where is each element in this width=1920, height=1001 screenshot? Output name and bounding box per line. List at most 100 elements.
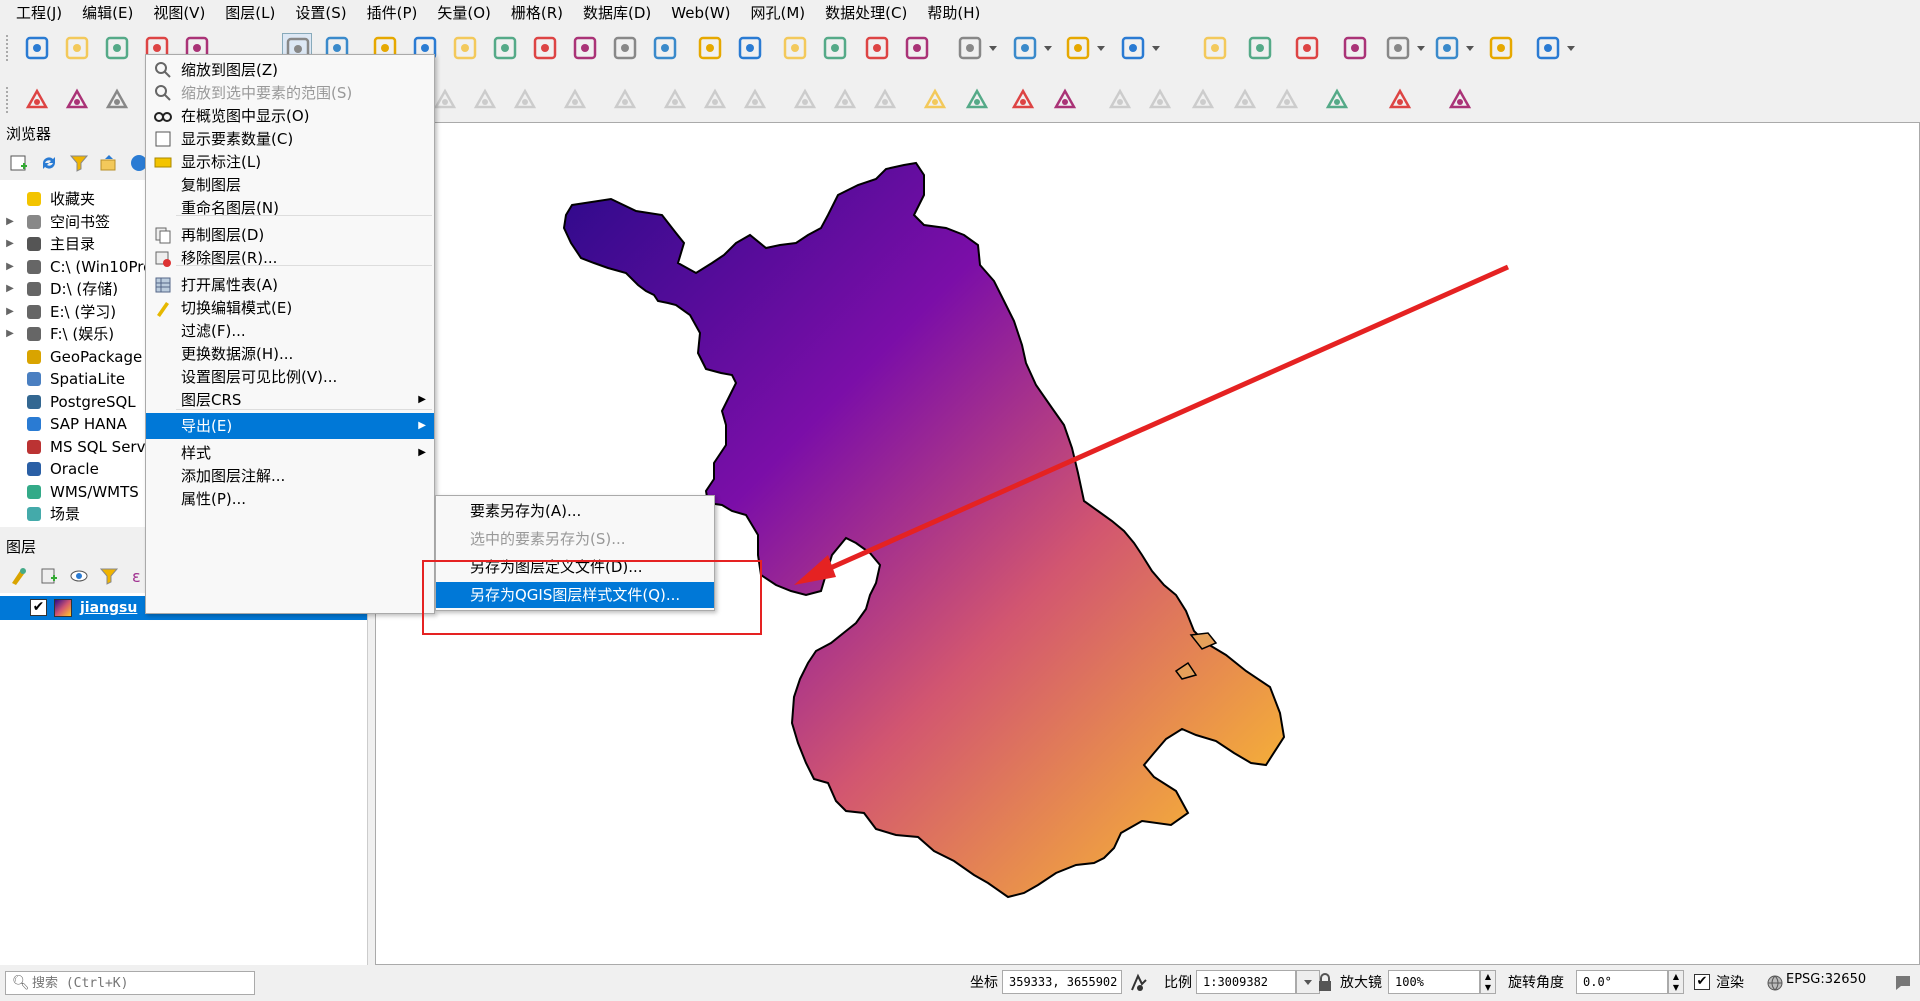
browser-item[interactable]: SAP HANA [0, 413, 127, 435]
highlight-label-icon[interactable] [1008, 85, 1038, 115]
measure-icon[interactable] [1432, 33, 1462, 63]
browser-item[interactable]: PostgreSQL [0, 391, 136, 413]
new-map-view-icon[interactable] [695, 33, 725, 63]
menu-item-11[interactable]: 数据处理(C) [815, 0, 917, 27]
rotation-spinner[interactable]: ▲ ▼ [1668, 970, 1684, 994]
menu-item-1[interactable]: 编辑(E) [72, 0, 143, 27]
select-by-value-icon[interactable] [1010, 33, 1040, 63]
rotation-field[interactable]: 0.0° [1576, 970, 1668, 994]
browser-item[interactable]: WMS/WMTS [0, 481, 139, 503]
browser-item[interactable]: ▶ C:\ (Win10Pro [0, 256, 152, 278]
crs-label[interactable]: EPSG:32650 [1786, 972, 1866, 987]
context-menu-item[interactable]: 属性(P)... [146, 486, 434, 512]
scale-field[interactable]: 1:3009382 [1196, 970, 1296, 994]
statistics-icon[interactable] [1340, 33, 1370, 63]
show-bookmarks-icon[interactable] [820, 33, 850, 63]
pin-label-icon[interactable] [1050, 85, 1080, 115]
context-menu-item[interactable]: 移除图层(R)... [146, 245, 434, 271]
browser-item[interactable]: ▶ 空间书签 [0, 211, 110, 233]
identify-icon[interactable] [1200, 33, 1230, 63]
expand-arrow-icon[interactable]: ▶ [4, 301, 16, 323]
settings-gear-dropdown[interactable] [1567, 46, 1575, 51]
layer-visibility-checkbox[interactable]: ✔ [30, 599, 47, 616]
context-menu-item[interactable]: 重命名图层(N) [146, 195, 434, 221]
messages-icon[interactable] [1892, 972, 1914, 994]
globe-plugin-icon[interactable] [1322, 85, 1352, 115]
menu-item-8[interactable]: 数据库(D) [573, 0, 661, 27]
expand-arrow-icon[interactable]: ▶ [4, 211, 16, 233]
render-checkbox[interactable]: ✔ [1694, 974, 1710, 990]
expand-arrow-icon[interactable]: ▶ [4, 278, 16, 300]
menu-item-5[interactable]: 插件(P) [357, 0, 428, 27]
menu-item-10[interactable]: 网孔(M) [741, 0, 816, 27]
open-table-icon[interactable] [1383, 33, 1413, 63]
collapse-all-icon[interactable] [98, 152, 120, 174]
save-project-icon[interactable] [102, 33, 132, 63]
zoom-last-icon[interactable] [610, 33, 640, 63]
browser-item[interactable]: ▶ E:\ (学习) [0, 301, 116, 323]
deselect-dropdown[interactable] [1097, 46, 1105, 51]
zoom-next-icon[interactable] [650, 33, 680, 63]
expand-arrow-icon[interactable]: ▶ [4, 233, 16, 255]
locator-search-box[interactable]: 🔍︎ [5, 971, 255, 995]
select-by-value-dropdown[interactable] [1044, 46, 1052, 51]
visibility-eye-icon[interactable] [68, 565, 90, 587]
deselect-icon[interactable] [1063, 33, 1093, 63]
new-3d-view-icon[interactable] [735, 33, 765, 63]
add-selected-icon[interactable] [8, 152, 30, 174]
map-tips-icon[interactable] [1486, 33, 1516, 63]
browser-item[interactable]: Oracle [0, 458, 99, 480]
processing-toolbox-icon[interactable] [1292, 33, 1322, 63]
refresh-icon[interactable] [38, 152, 60, 174]
filter-legend-icon[interactable] [98, 565, 120, 587]
expand-arrow-icon[interactable]: ▶ [4, 256, 16, 278]
browser-item[interactable]: GeoPackage [0, 346, 142, 368]
zoom-full-icon[interactable] [450, 33, 480, 63]
browser-item[interactable]: MS SQL Serv [0, 436, 145, 458]
filter-icon[interactable] [68, 152, 90, 174]
browser-item[interactable]: 收藏夹 [0, 188, 95, 210]
browser-item[interactable]: ▶ F:\ (娱乐) [0, 323, 114, 345]
toolbar-grip[interactable] [6, 35, 10, 61]
attribute-table-icon[interactable] [1245, 33, 1275, 63]
magnifier-spinner[interactable]: ▲ ▼ [1480, 970, 1496, 994]
style-manager-icon[interactable] [8, 565, 30, 587]
menu-item-12[interactable]: 帮助(H) [917, 0, 990, 27]
expand-arrow-icon[interactable]: ▶ [4, 323, 16, 345]
measure-dropdown[interactable] [1466, 46, 1474, 51]
settings-gear-icon[interactable] [1533, 33, 1563, 63]
whats-this-icon[interactable] [1445, 85, 1475, 115]
open-table-dropdown[interactable] [1417, 46, 1425, 51]
toggle-extent-icon[interactable] [1128, 972, 1150, 994]
zoom-to-selection-icon[interactable] [490, 33, 520, 63]
add-vector-icon[interactable] [62, 85, 92, 115]
temporal-controller-icon[interactable] [862, 33, 892, 63]
label-toolbar-icon[interactable] [920, 85, 950, 115]
zoom-to-layer-icon[interactable] [530, 33, 560, 63]
menu-item-2[interactable]: 视图(V) [143, 0, 215, 27]
coordinate-field[interactable]: 359333, 3655902 [1002, 970, 1122, 994]
browser-item[interactable]: ▶ D:\ (存储) [0, 278, 118, 300]
digitize-icon[interactable] [102, 85, 132, 115]
crs-globe-icon[interactable] [1766, 974, 1784, 992]
locator-search-input[interactable] [32, 973, 252, 993]
data-source-manager-icon[interactable] [22, 85, 52, 115]
browser-item[interactable]: SpatiaLite [0, 368, 125, 390]
refresh-icon[interactable] [902, 33, 932, 63]
zoom-native-icon[interactable] [570, 33, 600, 63]
browser-item[interactable]: 场景 [0, 503, 80, 525]
diagram-icon[interactable] [962, 85, 992, 115]
select-features-dropdown[interactable] [989, 46, 997, 51]
magnifier-field[interactable]: 100% [1388, 970, 1480, 994]
export-submenu-item[interactable]: 要素另存为(A)... [436, 498, 714, 524]
python-console-icon[interactable] [1385, 85, 1415, 115]
browser-item[interactable]: ▶ 主目录 [0, 233, 95, 255]
select-location-icon[interactable] [1118, 33, 1148, 63]
toolbar-grip[interactable] [6, 87, 10, 113]
open-project-icon[interactable] [62, 33, 92, 63]
add-group-icon[interactable] [38, 565, 60, 587]
new-project-icon[interactable] [22, 33, 52, 63]
new-bookmark-icon[interactable] [780, 33, 810, 63]
menu-item-6[interactable]: 矢量(O) [427, 0, 501, 27]
menu-item-9[interactable]: Web(W) [661, 0, 740, 27]
